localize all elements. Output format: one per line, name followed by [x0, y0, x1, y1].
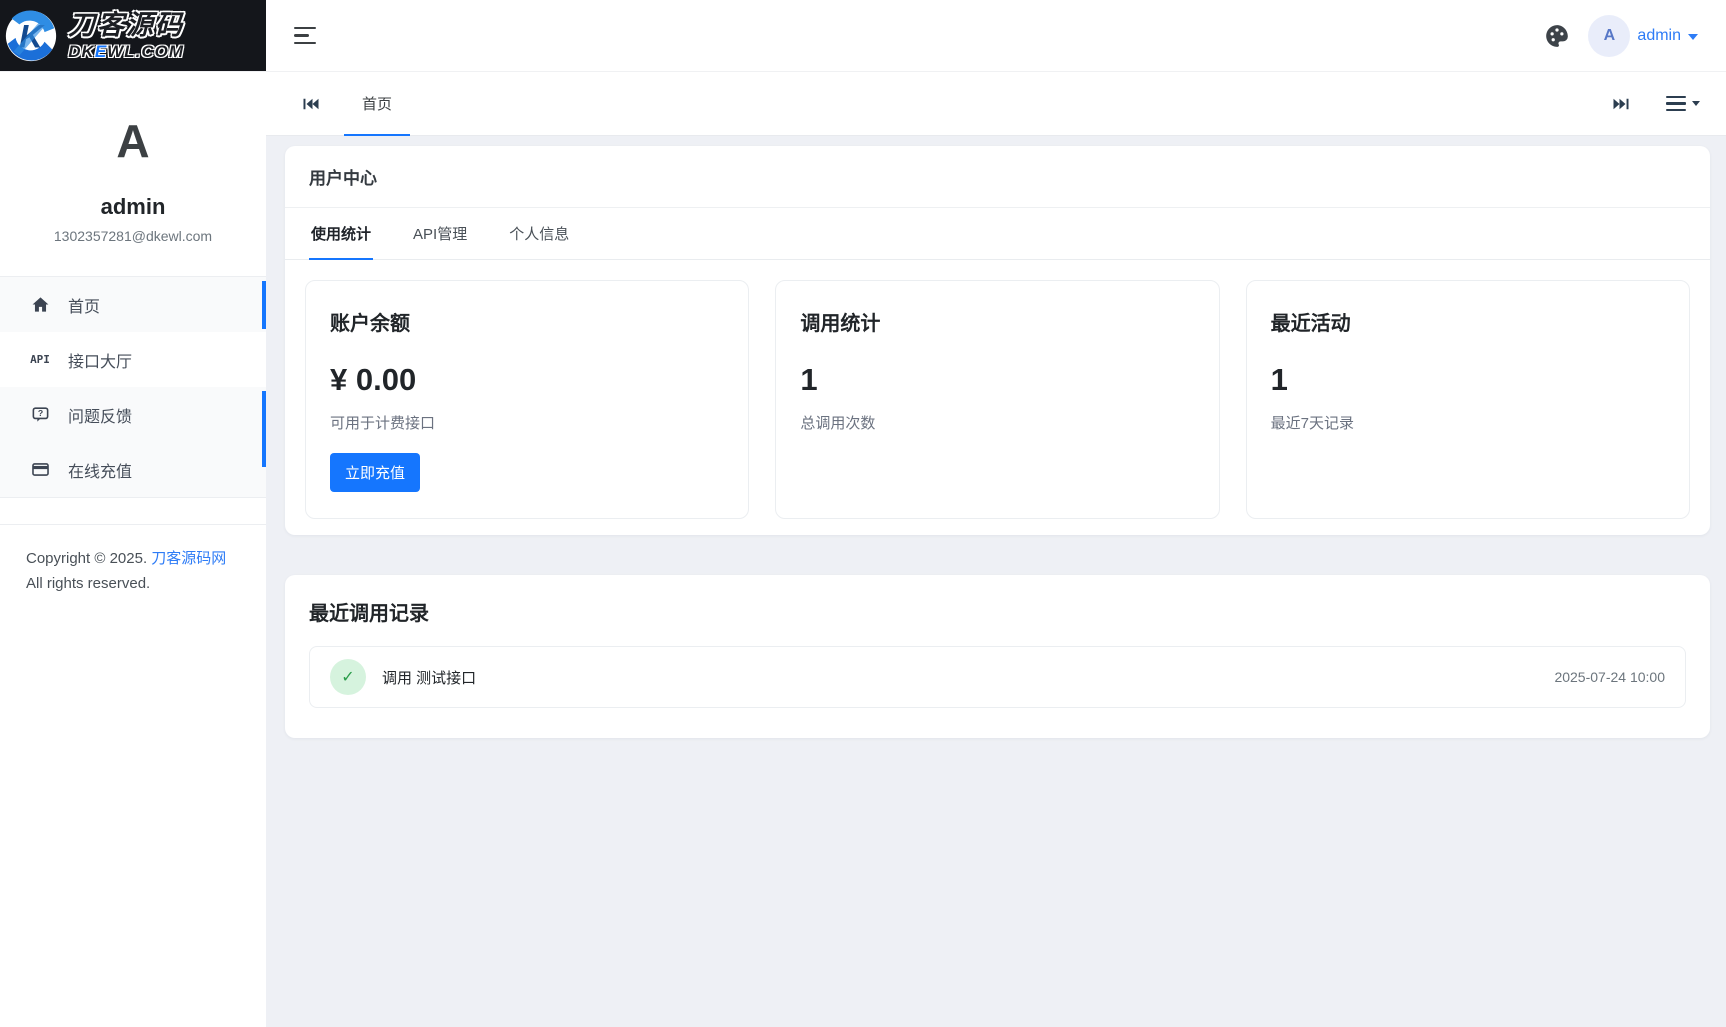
content-tabs: 使用统计 API管理 个人信息 — [285, 208, 1710, 260]
tab-options-menu[interactable] — [1666, 96, 1700, 112]
sidebar-toggle-icon[interactable] — [294, 21, 324, 51]
profile-email: 1302357281@dkewl.com — [0, 228, 266, 244]
balance-card-title: 账户余额 — [330, 307, 724, 336]
svg-text:?: ? — [37, 408, 42, 418]
call-stats-value: 1 — [800, 362, 1194, 398]
menu-scrollbar-thumb[interactable] — [262, 391, 266, 467]
site-link[interactable]: 刀客源码网 — [151, 550, 226, 567]
tab-home[interactable]: 首页 — [344, 72, 410, 135]
balance-card: 账户余额 ¥ 0.00 可用于计费接口 立即充值 — [305, 280, 749, 519]
success-check-icon: ✓ — [330, 659, 366, 695]
recent-activity-desc: 最近7天记录 — [1271, 412, 1665, 433]
tab-bar-right — [1602, 72, 1700, 135]
avatar-letter: A — [1604, 27, 1616, 45]
tab-usage-stats[interactable]: 使用统计 — [309, 208, 373, 259]
sidebar-item-label: 首页 — [68, 293, 100, 317]
top-header: K 刀客源码 DKEWL.COM A admin — [0, 0, 1726, 72]
sidebar-item-home[interactable]: 首页 — [0, 277, 266, 332]
sidebar-item-recharge[interactable]: 在线充值 — [0, 442, 266, 497]
user-center-panel: 用户中心 使用统计 API管理 个人信息 账户余额 ¥ 0.00 可用于计费接口… — [285, 146, 1710, 535]
header-right-cluster: A admin — [1544, 15, 1698, 57]
recent-activity-title: 最近活动 — [1271, 307, 1665, 336]
panel-title: 用户中心 — [309, 164, 1686, 189]
recharge-icon — [28, 460, 52, 479]
record-row[interactable]: ✓ 调用 测试接口 2025-07-24 10:00 — [309, 646, 1686, 708]
sidebar: A admin 1302357281@dkewl.com 首页 API 接口大厅 — [0, 72, 266, 1027]
call-stats-title: 调用统计 — [800, 307, 1194, 336]
main-area: 首页 用户中心 — [266, 72, 1726, 1027]
brand-name-cn: 刀客源码 — [68, 12, 184, 39]
page-tab-bar: 首页 — [266, 72, 1726, 136]
user-avatar[interactable]: A — [1588, 15, 1630, 57]
recent-calls-panel: 最近调用记录 ✓ 调用 测试接口 2025-07-24 10:00 — [285, 575, 1710, 738]
profile-username: admin — [0, 194, 266, 220]
panel-header: 用户中心 — [285, 146, 1710, 208]
sidebar-footer: Copyright © 2025. 刀客源码网 All rights reser… — [0, 525, 266, 592]
balance-desc: 可用于计费接口 — [330, 412, 724, 433]
home-icon — [28, 295, 52, 314]
active-item-indicator — [262, 281, 266, 329]
sidebar-item-label: 接口大厅 — [68, 348, 132, 372]
app-window: K 刀客源码 DKEWL.COM A admin — [0, 0, 1726, 1027]
recent-activity-card: 最近活动 1 最近7天记录 — [1246, 280, 1690, 519]
brand-k-icon: K — [2, 7, 60, 65]
sidebar-profile: A admin 1302357281@dkewl.com — [0, 72, 266, 244]
copyright-text: Copyright © 2025. 刀客源码网 — [26, 547, 240, 571]
app-body: A admin 1302357281@dkewl.com 首页 API 接口大厅 — [0, 72, 1726, 1027]
page-content[interactable]: 用户中心 使用统计 API管理 个人信息 账户余额 ¥ 0.00 可用于计费接口… — [266, 136, 1726, 1027]
brand-name-en: DKEWL.COM — [68, 43, 184, 60]
feedback-icon: ? — [28, 405, 52, 424]
user-name: admin — [1637, 27, 1681, 45]
brand-logo[interactable]: K 刀客源码 DKEWL.COM — [0, 0, 266, 71]
chevron-down-icon — [1688, 34, 1698, 40]
sidebar-item-label: 问题反馈 — [68, 403, 132, 427]
call-stats-desc: 总调用次数 — [800, 412, 1194, 433]
recent-calls-title: 最近调用记录 — [309, 597, 1686, 626]
tab-personal-info[interactable]: 个人信息 — [507, 208, 571, 259]
rights-text: All rights reserved. — [26, 575, 240, 592]
header-bar: A admin — [266, 0, 1726, 71]
theme-palette-icon[interactable] — [1544, 23, 1570, 49]
sidebar-item-api-hall[interactable]: API 接口大厅 — [0, 332, 266, 387]
sidebar-menu: 首页 API 接口大厅 ? 问题反馈 — [0, 277, 266, 497]
user-menu[interactable]: A admin — [1588, 15, 1698, 57]
record-timestamp: 2025-07-24 10:00 — [1554, 669, 1665, 685]
sidebar-item-feedback[interactable]: ? 问题反馈 — [0, 387, 266, 442]
scroll-tabs-start-icon[interactable] — [292, 72, 330, 135]
tab-api-management[interactable]: API管理 — [411, 208, 469, 259]
scroll-tabs-end-icon[interactable] — [1602, 96, 1640, 112]
tab-home-label: 首页 — [362, 93, 392, 114]
balance-value: ¥ 0.00 — [330, 362, 724, 398]
chevron-down-icon — [1692, 101, 1700, 106]
api-icon: API — [28, 353, 52, 366]
brand-text: 刀客源码 DKEWL.COM — [68, 12, 184, 60]
profile-avatar: A — [0, 118, 266, 164]
record-text: 调用 测试接口 — [382, 667, 476, 688]
sidebar-item-label: 在线充值 — [68, 458, 132, 482]
call-stats-card: 调用统计 1 总调用次数 — [775, 280, 1219, 519]
stat-cards: 账户余额 ¥ 0.00 可用于计费接口 立即充值 调用统计 1 总调用次数 最近… — [285, 260, 1710, 535]
list-icon — [1666, 96, 1686, 112]
recharge-now-button[interactable]: 立即充值 — [330, 453, 420, 492]
recent-activity-value: 1 — [1271, 362, 1665, 398]
